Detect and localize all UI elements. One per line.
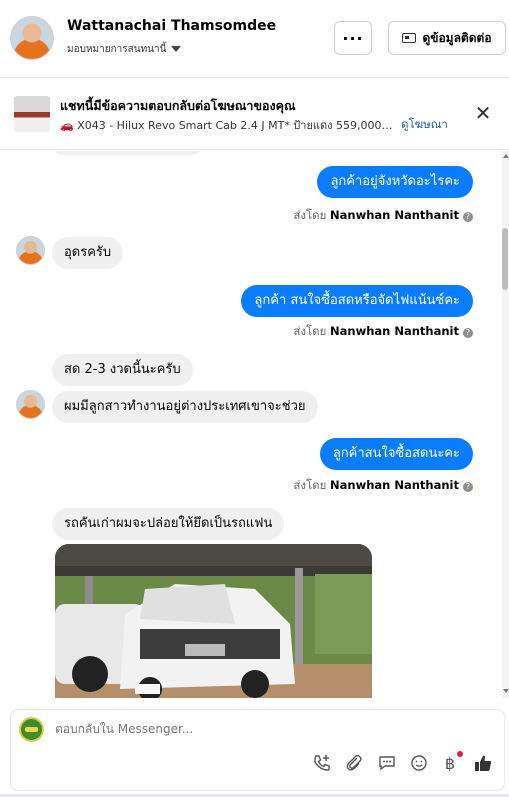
saved-replies-icon[interactable] [377, 753, 397, 773]
contact-avatar[interactable] [16, 236, 45, 265]
sender-name: Nanwhan Nanthanit [330, 478, 459, 492]
contact-avatar[interactable] [16, 390, 45, 419]
sent-by-label: ส่งโดย Nanwhan Nanthanit? [293, 323, 473, 341]
sender-name: Nanwhan Nanthanit [330, 208, 459, 222]
message-incoming[interactable]: รถคันเก่าผมจะปล่อยให้ยึดเป็นรถแฟน [52, 508, 285, 540]
sent-by-label: ส่งโดย Nanwhan Nanthanit? [293, 477, 473, 495]
message-incoming[interactable]: สด 2-3 งวดนี้นะครับ [52, 354, 193, 386]
sent-by-prefix: ส่งโดย [293, 208, 327, 222]
info-icon[interactable]: ? [463, 328, 473, 338]
message-outgoing[interactable]: ลูกค้า สนใจซื้อสดหรือจัดไฟแน้นซ์คะ [241, 285, 473, 317]
like-thumb-icon[interactable] [473, 753, 493, 773]
car-photo [55, 544, 372, 698]
close-icon[interactable]: ✕ [473, 103, 493, 123]
scroll-down-arrow-icon[interactable] [503, 689, 509, 693]
notification-dot [457, 751, 463, 757]
message-outgoing[interactable]: ลูกค้าสนใจซื้อสดนะคะ [319, 438, 473, 470]
page-avatar [19, 717, 44, 742]
clipped-message-bubble [52, 151, 202, 155]
user-name[interactable]: Wattanachai Thamsomdee [67, 18, 276, 34]
sent-by-label: ส่งโดย Nanwhan Nanthanit? [293, 207, 473, 225]
attachment-icon[interactable] [344, 753, 364, 773]
message-outgoing[interactable]: ลูกค้าอยู่จังหวัดอะไรคะ [317, 166, 473, 198]
add-call-icon[interactable] [312, 753, 332, 773]
message-incoming[interactable]: ผมมีลูกสาวทำงานอยู่ต่างประเทศเขาจะช่วย [52, 391, 318, 423]
caret-down-icon [171, 46, 182, 52]
ad-banner-title: แชทนี้มีข้อความตอบกลับต่อโฆษณาของคุณ [60, 98, 296, 113]
view-ad-link[interactable]: ดูโฆษณา [401, 116, 448, 134]
sender-name: Nanwhan Nanthanit [330, 324, 459, 338]
view-contact-label: ดูข้อมูลติดต่อ [422, 30, 492, 45]
more-options-button[interactable]: ··· [334, 21, 372, 55]
more-icon: ··· [342, 28, 364, 48]
view-contact-button[interactable]: ดูข้อมูลติดต่อ [388, 21, 506, 55]
contact-card-icon [402, 33, 417, 43]
conversation-header: Wattanachai Thamsomdee มอบหมายการสนทนานี… [0, 0, 509, 78]
info-icon[interactable]: ? [463, 482, 473, 492]
scroll-up-arrow-icon[interactable] [503, 154, 509, 158]
reply-input[interactable] [55, 722, 485, 736]
emoji-icon[interactable] [409, 753, 429, 773]
sent-by-prefix: ส่งโดย [293, 324, 327, 338]
sent-by-prefix: ส่งโดย [293, 478, 327, 492]
assign-label: มอบหมายการสนทนานี้ [67, 44, 167, 55]
ad-thumbnail[interactable] [14, 96, 50, 132]
scrollbar-thumb[interactable] [502, 228, 508, 290]
info-icon[interactable]: ? [463, 212, 473, 222]
user-avatar[interactable] [10, 16, 54, 60]
assign-conversation-dropdown[interactable]: มอบหมายการสนทนานี้ [67, 42, 182, 57]
photo-attachment[interactable] [55, 544, 372, 698]
ad-banner-subtitle: 🚗 X043 - Hilux Revo Smart Cab 2.4 J MT* … [60, 119, 395, 132]
message-incoming[interactable]: อุดรครับ [52, 237, 124, 269]
